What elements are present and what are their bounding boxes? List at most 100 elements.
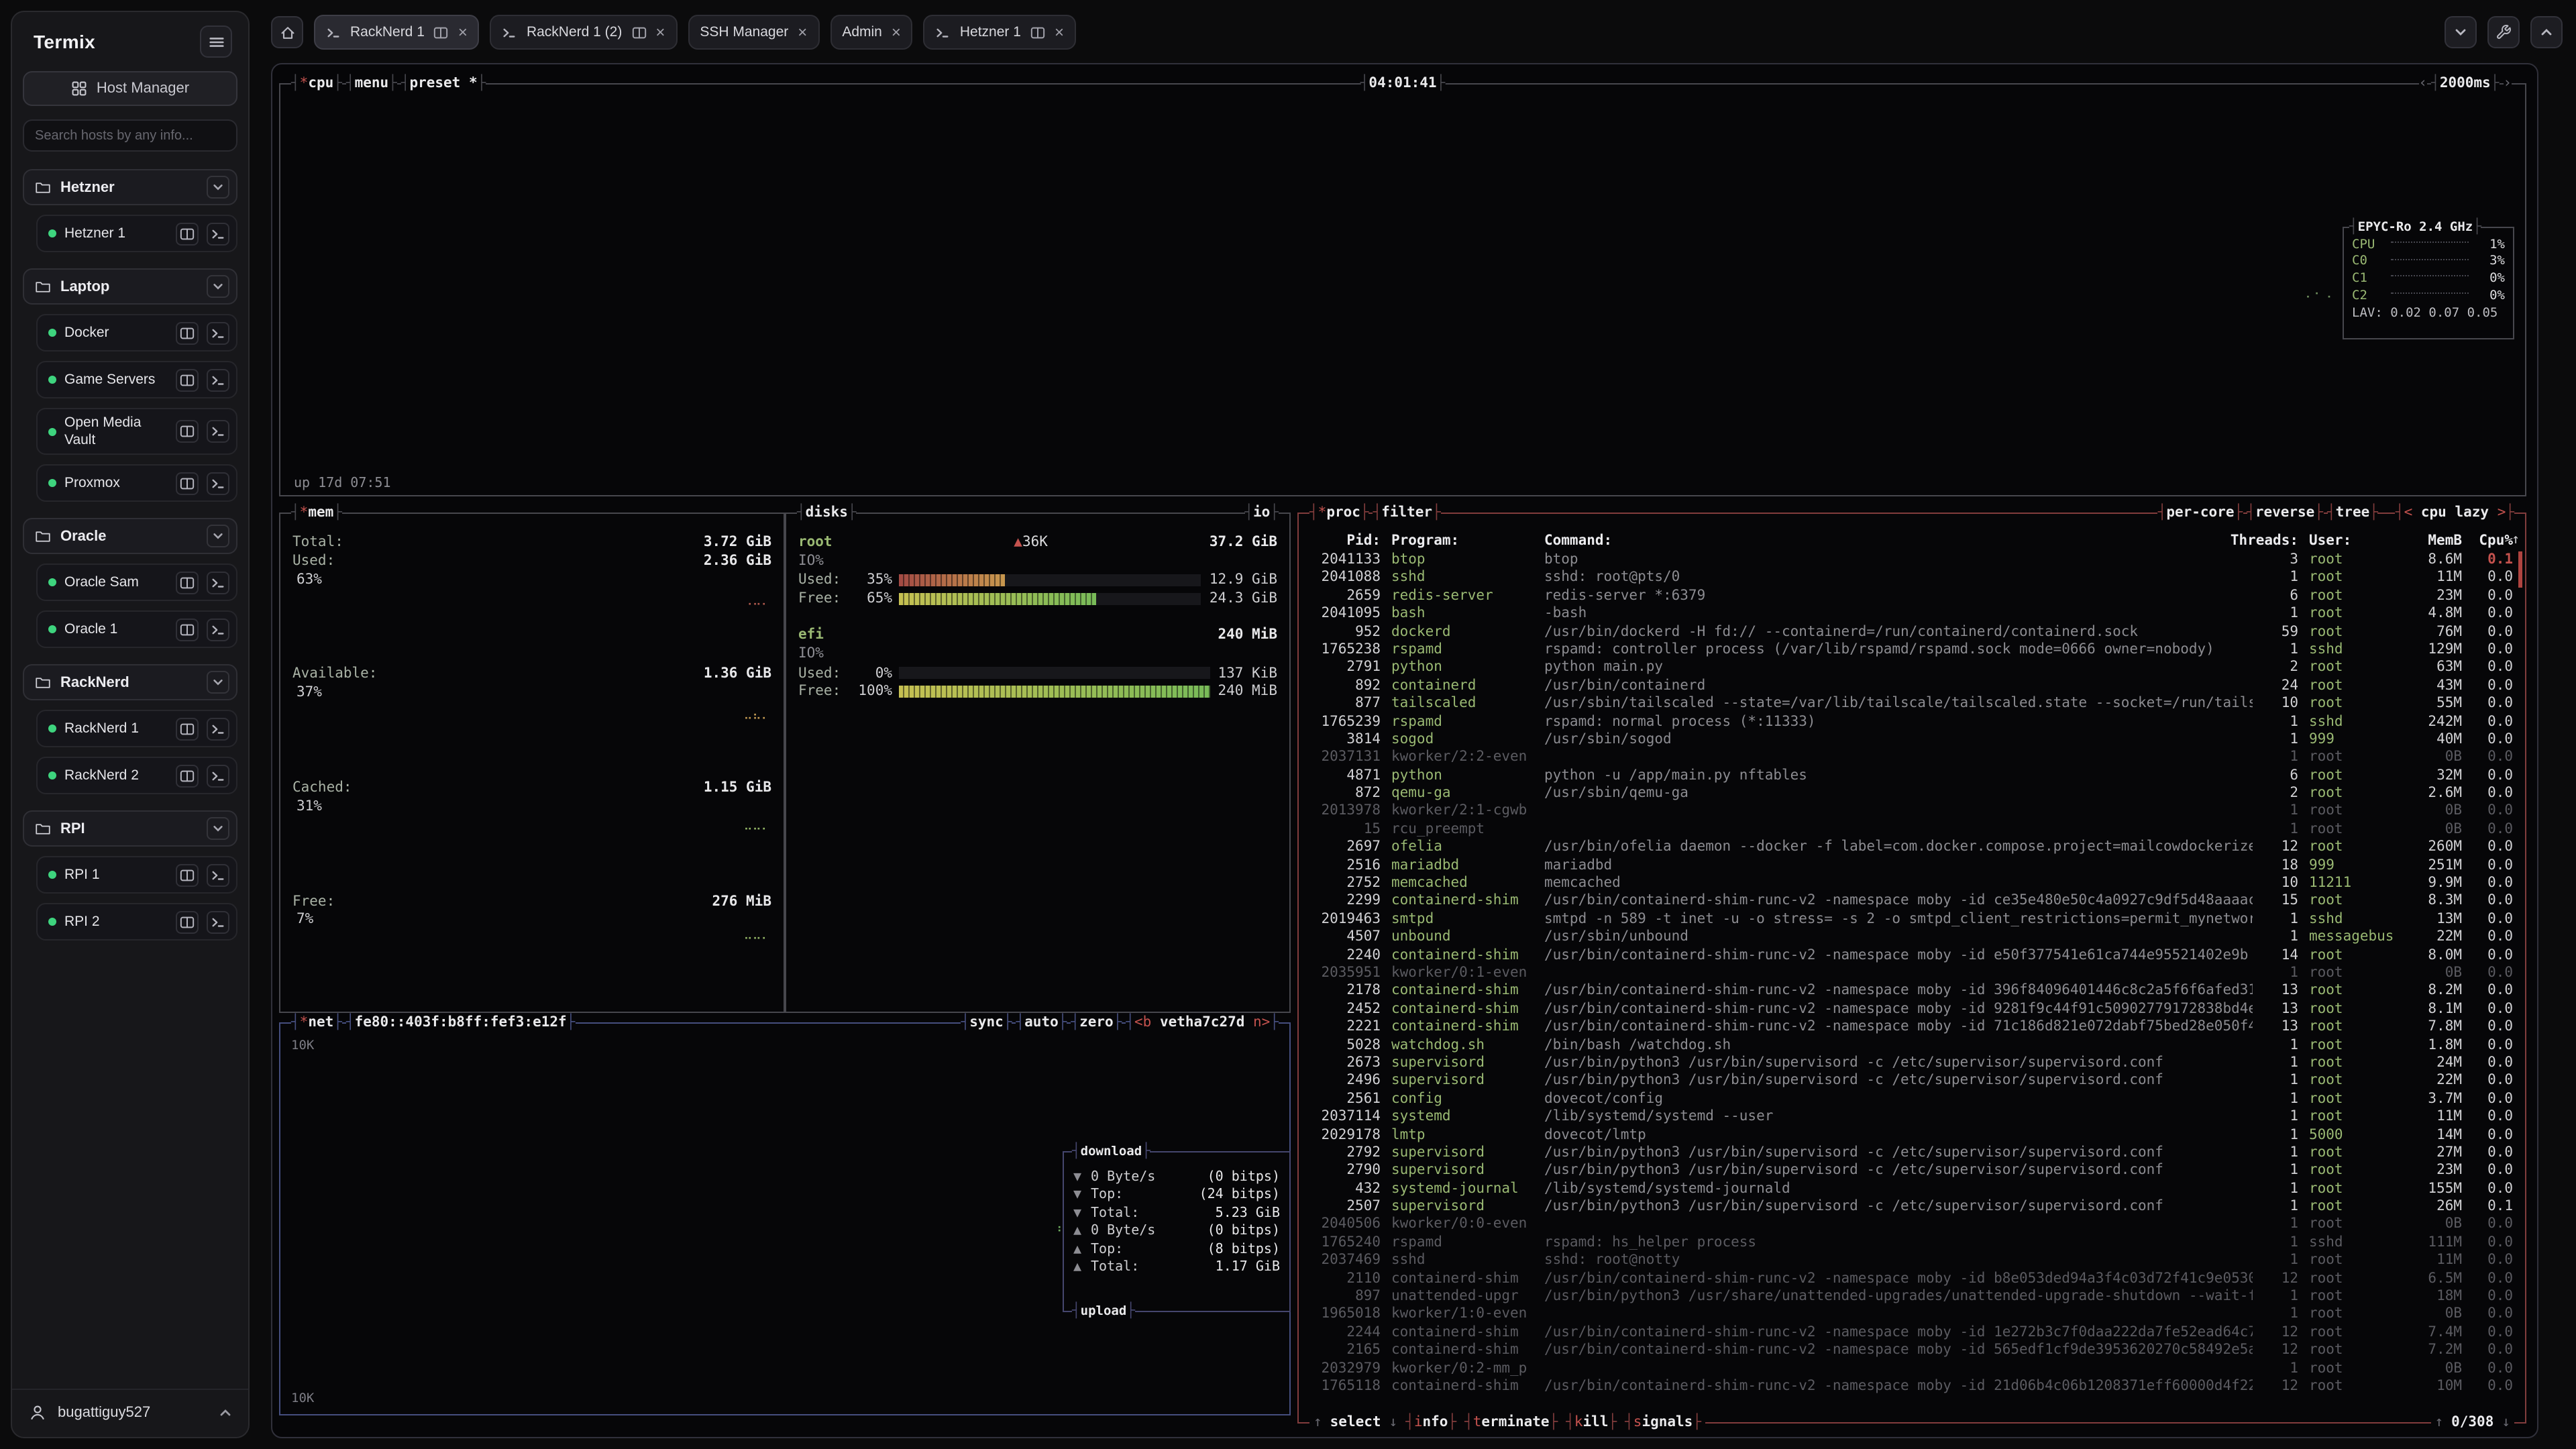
process-row[interactable]: 2790supervisord /usr/bin/python3 /usr/bi… <box>1299 1163 2525 1181</box>
tools-button[interactable] <box>2487 16 2520 48</box>
menu-button[interactable]: ┤menu├ <box>346 75 397 93</box>
header-threads[interactable]: Threads: <box>2223 533 2298 550</box>
host-item-proxmox[interactable]: Proxmox <box>36 464 237 502</box>
tab-ssh-manager[interactable]: SSH Manager × <box>688 15 819 50</box>
process-row[interactable]: 3814sogod /usr/sbin/sogod1 99940M 0.0 <box>1299 731 2525 749</box>
proc-action-kill[interactable]: ┤kill├ <box>1566 1414 1617 1432</box>
process-row[interactable]: 1765238rspamd rspamd: controller process… <box>1299 641 2525 659</box>
refresh-minus[interactable]: ‹ <box>2419 75 2428 93</box>
process-row[interactable]: 2244containerd-shim /usr/bin/containerd-… <box>1299 1324 2525 1342</box>
host-manager-button[interactable]: Host Manager <box>23 71 237 106</box>
process-row[interactable]: 1765239rspamd rspamd: normal process (*:… <box>1299 713 2525 731</box>
tab-racknerd-1[interactable]: RackNerd 1 × <box>314 15 480 50</box>
folder-collapse-button[interactable] <box>207 176 229 199</box>
process-row[interactable]: 2110containerd-shim /usr/bin/containerd-… <box>1299 1270 2525 1288</box>
process-row[interactable]: 2791python python main.py2 root63M 0.0 <box>1299 659 2525 678</box>
tab-hetzner-1[interactable]: Hetzner 1 × <box>924 15 1076 50</box>
host-terminal-button[interactable] <box>207 571 229 594</box>
process-row[interactable]: 2507supervisord /usr/bin/python3 /usr/bi… <box>1299 1198 2525 1216</box>
host-item-rpi-1[interactable]: RPI 1 <box>36 856 237 894</box>
process-row[interactable]: 2221containerd-shim /usr/bin/containerd-… <box>1299 1018 2525 1036</box>
host-split-button[interactable] <box>176 863 199 886</box>
header-cpu[interactable]: Cpu% <box>2473 533 2513 550</box>
proc-action-info[interactable]: ┤info├ <box>1405 1414 1456 1432</box>
host-split-button[interactable] <box>176 571 199 594</box>
process-row[interactable]: 2013978kworker/2:1-cgwb 1 root0B 0.0 <box>1299 803 2525 821</box>
host-terminal-button[interactable] <box>207 910 229 933</box>
process-row[interactable]: 2037469sshd sshd: root@notty1 root11M 0.… <box>1299 1252 2525 1270</box>
process-row[interactable]: 2029178lmtp dovecot/lmtp1 500014M 0.0 <box>1299 1126 2525 1144</box>
proc-action-signals[interactable]: ┤signals├ <box>1625 1414 1701 1432</box>
tab-racknerd-1-2[interactable]: RackNerd 1 (2) × <box>490 15 677 50</box>
header-program[interactable]: Program: <box>1391 533 1534 550</box>
process-row[interactable]: 1765118containerd-shim /usr/bin/containe… <box>1299 1378 2525 1396</box>
folder-header-racknerd[interactable]: RackNerd <box>23 664 237 700</box>
host-item-open-media-vault[interactable]: Open Media Vault <box>36 408 237 455</box>
header-user[interactable]: User: <box>2309 533 2398 550</box>
process-row[interactable]: 2496supervisord /usr/bin/python3 /usr/bi… <box>1299 1073 2525 1091</box>
process-row[interactable]: 952dockerd /usr/bin/dockerd -H fd:// --c… <box>1299 623 2525 641</box>
net-auto-button[interactable]: ┤auto├ <box>1016 1014 1067 1032</box>
user-menu[interactable]: bugattiguy527 <box>12 1389 248 1426</box>
folder-header-rpi[interactable]: RPI <box>23 810 237 847</box>
tab-close-button[interactable]: × <box>458 24 468 40</box>
header-mem[interactable]: MemB <box>2408 533 2462 550</box>
filter-button[interactable]: ┤filter├ <box>1373 504 1441 522</box>
host-split-button[interactable] <box>176 420 199 443</box>
process-row[interactable]: 2040506kworker/0:0-even 1 root0B 0.0 <box>1299 1216 2525 1234</box>
process-row[interactable]: 2035951kworker/0:1-even 1 root0B 0.0 <box>1299 965 2525 983</box>
process-row[interactable]: 1965018kworker/1:0-even 1 root0B 0.0 <box>1299 1306 2525 1324</box>
io-mode-button[interactable]: ┤io├ <box>1244 504 1279 522</box>
host-item-docker[interactable]: Docker <box>36 314 237 352</box>
host-terminal-button[interactable] <box>207 717 229 740</box>
folder-header-laptop[interactable]: Laptop <box>23 268 237 305</box>
process-row[interactable]: 2697ofelia /usr/bin/ofelia daemon --dock… <box>1299 839 2525 857</box>
search-input[interactable] <box>23 119 237 152</box>
tab-split-button[interactable] <box>631 25 646 40</box>
process-row[interactable]: 432systemd-journal /lib/systemd/systemd-… <box>1299 1180 2525 1198</box>
proc-option-tree[interactable]: ┤tree├ <box>2327 504 2378 522</box>
process-row[interactable]: 2752memcached memcached10 112119.9M 0.0 <box>1299 875 2525 893</box>
process-row[interactable]: 2792supervisord /usr/bin/python3 /usr/bi… <box>1299 1144 2525 1163</box>
host-terminal-button[interactable] <box>207 472 229 494</box>
process-row[interactable]: 4871python python -u /app/main.py nftabl… <box>1299 767 2525 785</box>
process-row[interactable]: 5028watchdog.sh /bin/bash /watchdog.sh1 … <box>1299 1036 2525 1055</box>
host-item-racknerd-1[interactable]: RackNerd 1 <box>36 710 237 747</box>
scroll-up-button[interactable] <box>2530 16 2563 48</box>
preset-button[interactable]: ┤preset *├ <box>401 75 486 93</box>
process-row[interactable]: 4507unbound /usr/sbin/unbound1 messagebu… <box>1299 928 2525 947</box>
host-split-button[interactable] <box>176 618 199 641</box>
folder-collapse-button[interactable] <box>207 525 229 547</box>
tab-close-button[interactable]: × <box>798 24 807 40</box>
process-row[interactable]: 897unattended-upgr /usr/bin/python3 /usr… <box>1299 1288 2525 1306</box>
folder-collapse-button[interactable] <box>207 275 229 298</box>
proc-option-reverse[interactable]: ┤reverse├ <box>2247 504 2323 522</box>
host-terminal-button[interactable] <box>207 321 229 344</box>
tab-admin[interactable]: Admin × <box>830 15 913 50</box>
process-row[interactable]: 2240containerd-shim /usr/bin/containerd-… <box>1299 947 2525 965</box>
refresh-plus[interactable]: › <box>2503 75 2512 93</box>
host-terminal-button[interactable] <box>207 368 229 391</box>
header-command[interactable]: Command: <box>1544 533 2212 550</box>
home-button[interactable] <box>271 16 303 48</box>
host-split-button[interactable] <box>176 368 199 391</box>
process-row[interactable]: 2019463smtpd smtpd -n 589 -t inet -u -o … <box>1299 911 2525 929</box>
process-row[interactable]: 15rcu_preempt 1 root0B 0.0 <box>1299 821 2525 839</box>
host-item-game-servers[interactable]: Game Servers <box>36 361 237 398</box>
header-pid[interactable]: Pid: <box>1311 533 1381 550</box>
host-item-hetzner-1[interactable]: Hetzner 1 <box>36 215 237 252</box>
host-terminal-button[interactable] <box>207 222 229 245</box>
process-row[interactable]: 2041088sshd sshd: root@pts/01 root11M 0.… <box>1299 570 2525 588</box>
host-split-button[interactable] <box>176 472 199 494</box>
host-split-button[interactable] <box>176 910 199 933</box>
host-terminal-button[interactable] <box>207 420 229 443</box>
host-split-button[interactable] <box>176 321 199 344</box>
process-row[interactable]: 2041133btop btop3 root8.6M 0.1 <box>1299 551 2525 570</box>
scroll-down-button[interactable] <box>2445 16 2477 48</box>
folder-header-oracle[interactable]: Oracle <box>23 518 237 554</box>
host-split-button[interactable] <box>176 222 199 245</box>
process-row[interactable]: 2452containerd-shim /usr/bin/containerd-… <box>1299 1001 2525 1019</box>
host-terminal-button[interactable] <box>207 764 229 787</box>
net-zero-button[interactable]: ┤zero├ <box>1071 1014 1122 1032</box>
process-row[interactable]: 2037114systemd /lib/systemd/systemd --us… <box>1299 1108 2525 1126</box>
